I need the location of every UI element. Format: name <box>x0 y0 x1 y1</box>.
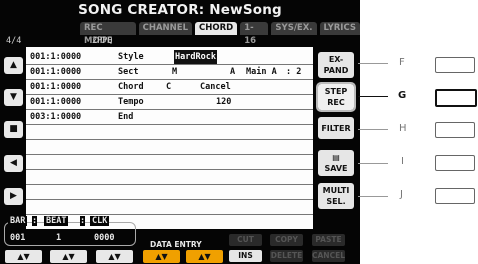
event-value-3: Main A <box>246 67 277 77</box>
tab-chord[interactable]: CHORD <box>195 22 238 35</box>
tab-bar: REC MODE CHANNEL CHORD 1-16 SYS/EX. LYRI… <box>80 22 360 46</box>
event-row[interactable]: 001:1:0000 Sect M A Main A : 2 <box>26 65 313 80</box>
side-letter-i: I <box>401 156 404 167</box>
event-value: C <box>166 82 172 92</box>
copy-button[interactable]: COPY <box>270 234 303 246</box>
empty-row <box>26 200 313 215</box>
callout-line-h <box>358 129 388 130</box>
clk-value: 0000 <box>94 233 115 243</box>
empty-row <box>26 155 313 170</box>
data-entry-arrow-button-2[interactable]: ▲▼ <box>186 250 223 263</box>
beat-value: 1 <box>56 233 62 243</box>
event-value-2: Cancel <box>200 82 231 92</box>
callout-line-j <box>358 196 388 197</box>
side-letter-h: H <box>399 123 407 134</box>
event-position: 003:1:0000 <box>30 112 82 122</box>
event-list: 001:1:0000 Style HardRock 001:1:0000 Sec… <box>26 47 313 229</box>
paste-button[interactable]: PASTE <box>312 234 345 246</box>
hardware-button-i[interactable] <box>435 155 475 171</box>
bar-label: BAR <box>8 216 28 226</box>
event-value: M <box>172 67 178 77</box>
event-position: 001:1:0000 <box>30 97 82 107</box>
tab-lyrics[interactable]: LYRICS <box>319 22 360 35</box>
side-letter-f: F <box>399 57 405 68</box>
callout-line-g <box>358 96 388 97</box>
event-type: End <box>118 112 134 122</box>
hardware-button-j[interactable] <box>435 188 475 204</box>
tab-channel[interactable]: CHANNEL <box>138 22 193 35</box>
tab-rec-mode[interactable]: REC MODE <box>80 22 136 46</box>
event-type: Chord <box>118 82 144 92</box>
down-arrow-button[interactable]: ▼ <box>4 89 23 106</box>
time-signature: 4/4 <box>6 36 22 46</box>
separator: : <box>32 216 38 226</box>
event-value: HardRock <box>174 50 217 64</box>
left-arrow-button[interactable]: ◀ <box>4 155 23 172</box>
clk-arrow-button[interactable]: ▲▼ <box>96 250 133 263</box>
event-value-4: : 2 <box>286 67 302 77</box>
event-value-2: A <box>230 67 236 77</box>
beat-arrow-button[interactable]: ▲▼ <box>50 250 87 263</box>
hardware-button-g[interactable] <box>435 89 477 107</box>
empty-row <box>26 185 313 200</box>
event-row[interactable]: 001:1:0000 Style HardRock <box>26 50 313 65</box>
event-row[interactable]: 003:1:0000 End <box>26 110 313 125</box>
multi-select-button[interactable]: MULTI SEL. <box>318 183 354 209</box>
event-value-2: 120 <box>216 97 232 107</box>
hardware-button-h[interactable] <box>435 122 475 138</box>
bar-value: 001 <box>10 233 26 243</box>
bar-arrow-button[interactable]: ▲▼ <box>5 250 42 263</box>
resolution: 2PPQ <box>92 36 113 46</box>
up-arrow-button[interactable]: ▲ <box>4 57 23 74</box>
data-entry-label: DATA ENTRY <box>150 240 202 249</box>
cut-button[interactable]: CUT <box>229 234 262 246</box>
callout-line-f <box>358 63 388 64</box>
delete-button[interactable]: DELETE <box>270 250 303 262</box>
event-type: Sect <box>118 67 139 77</box>
beat-label: BEAT <box>44 216 69 226</box>
tab-1-16[interactable]: 1-16 <box>240 22 269 46</box>
side-letter-g: G <box>398 90 407 101</box>
empty-row <box>26 125 313 140</box>
right-arrow-button[interactable]: ▶ <box>4 188 23 205</box>
screen-title: SONG CREATOR: NewSong <box>78 2 282 18</box>
stop-button[interactable]: ■ <box>4 121 23 138</box>
separator: : <box>80 216 86 226</box>
empty-row <box>26 170 313 185</box>
event-type: Tempo <box>118 97 144 107</box>
event-position: 001:1:0000 <box>30 82 82 92</box>
callout-line-i <box>358 163 388 164</box>
step-rec-button[interactable]: STEP REC <box>316 82 356 112</box>
data-entry-arrow-button[interactable]: ▲▼ <box>143 250 180 263</box>
side-letter-j: J <box>400 189 403 200</box>
insert-button[interactable]: INS <box>229 250 262 262</box>
hardware-button-f[interactable] <box>435 57 475 73</box>
event-type: Style <box>118 52 144 62</box>
tab-sys-ex[interactable]: SYS/EX. <box>271 22 317 35</box>
event-position: 001:1:0000 <box>30 52 82 62</box>
clk-label: CLK <box>90 216 110 226</box>
cancel-button[interactable]: CANCEL <box>312 250 345 262</box>
save-icon: ▤ <box>332 153 340 162</box>
lcd-screen: SONG CREATOR: NewSong REC MODE CHANNEL C… <box>0 0 360 264</box>
event-row[interactable]: 001:1:0000 Tempo 120 <box>26 95 313 110</box>
expand-button[interactable]: EX- PAND <box>318 52 354 78</box>
empty-row <box>26 140 313 155</box>
save-button[interactable]: ▤ SAVE <box>318 150 354 176</box>
event-position: 001:1:0000 <box>30 67 82 77</box>
event-row[interactable]: 001:1:0000 Chord C Cancel <box>26 80 313 95</box>
filter-button[interactable]: FILTER <box>318 117 354 139</box>
